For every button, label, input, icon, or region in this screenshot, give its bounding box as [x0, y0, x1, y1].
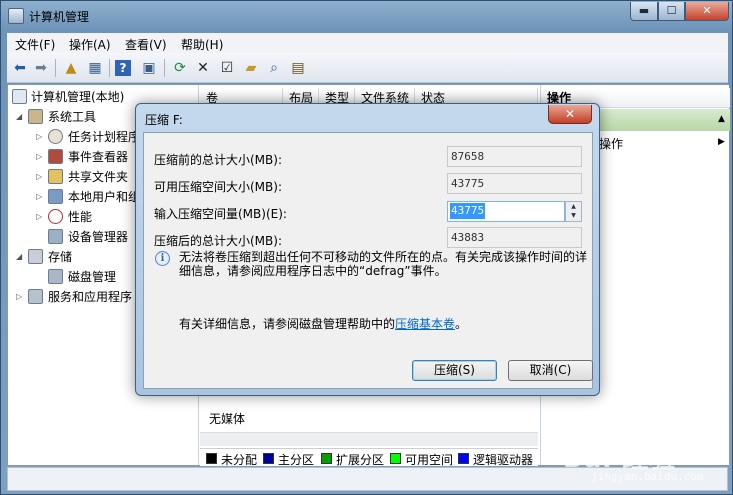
total-size-before-label: 压缩前的总计大小(MB):	[154, 153, 282, 167]
search-icon[interactable]: ⌕	[264, 58, 284, 78]
chevron-right-icon[interactable]: ▶	[718, 137, 725, 147]
expand-triangle-icon[interactable]: ▷	[36, 148, 46, 166]
shared-folder-icon	[48, 169, 63, 184]
chevron-up-icon[interactable]: ▲	[718, 114, 725, 124]
storage-icon	[28, 249, 43, 264]
legend-label: 逻辑驱动器	[473, 453, 534, 467]
expand-triangle-icon[interactable]: ▷	[36, 188, 46, 206]
toolbar: ⬅ ➡ ▲ ▦ ? ▣ ⟳ ✕ ☑ ▰ ⌕ ▤	[7, 53, 728, 83]
tree-label: 设备管理器	[68, 230, 129, 244]
total-size-after-value: 43883	[447, 227, 582, 248]
legend-swatch-extended	[321, 453, 332, 464]
tree-label: 服务和应用程序	[48, 290, 133, 304]
info-icon: i	[155, 251, 170, 266]
properties-pane-icon[interactable]: ▣	[139, 58, 159, 78]
computer-management-icon	[8, 8, 24, 24]
help-prefix: 有关详细信息，请参阅磁盘管理帮助中的	[179, 317, 396, 331]
shrink-amount-input[interactable]: 43775	[447, 201, 565, 222]
legend-label: 主分区	[278, 453, 315, 467]
total-size-before-value: 87658	[447, 146, 582, 167]
toolbar-separator	[164, 59, 165, 77]
tree-label: 系统工具	[48, 110, 97, 124]
shrink-basic-volume-link[interactable]: 压缩基本卷	[395, 317, 455, 331]
services-icon	[28, 289, 43, 304]
shrink-amount-stepper[interactable]: ▲ ▼	[565, 201, 582, 222]
legend-label: 可用空间	[405, 453, 454, 467]
tree-label: 性能	[68, 210, 93, 224]
legend-label: 扩展分区	[336, 453, 385, 467]
tree-label: 共享文件夹	[68, 170, 129, 184]
more-actions-item[interactable]: 操作	[599, 135, 623, 152]
expand-triangle-icon[interactable]: ▷	[36, 128, 46, 146]
title-bar[interactable]: 计算机管理 ▬ ☐ ✕	[1, 1, 732, 31]
computer-icon	[12, 89, 27, 104]
tree-label: 存储	[48, 250, 73, 264]
legend-swatch-free	[390, 453, 401, 464]
help-text: 有关详细信息，请参阅磁盘管理帮助中的压缩基本卷。	[179, 315, 467, 332]
dialog-title: 压缩 F:	[145, 113, 183, 127]
spin-up-icon[interactable]: ▲	[566, 202, 581, 211]
help-icon[interactable]: ?	[115, 60, 131, 76]
shrink-dialog: 压缩 F: ✕ 压缩前的总计大小(MB): 87658 可用压缩空间大小(MB)…	[135, 103, 600, 396]
users-icon	[48, 189, 63, 204]
cancel-button[interactable]: 取消(C)	[508, 360, 593, 381]
open-folder-icon[interactable]: ▰	[241, 58, 261, 78]
dialog-body: 压缩前的总计大小(MB): 87658 可用压缩空间大小(MB): 43775 …	[143, 132, 593, 389]
no-media-label: 无媒体	[209, 412, 246, 426]
total-size-after-label: 压缩后的总计大小(MB):	[154, 234, 282, 248]
watermark-url: jingyan.baidu.com	[591, 470, 704, 483]
menu-action[interactable]: 操作(A)	[69, 36, 111, 53]
minimize-button[interactable]: ▬	[630, 2, 658, 21]
tree-label: 计算机管理(本地)	[31, 90, 125, 104]
expand-triangle-icon[interactable]: ▷	[36, 208, 46, 226]
legend-swatch-unallocated	[206, 453, 217, 464]
available-shrink-label: 可用压缩空间大小(MB):	[154, 180, 282, 194]
help-suffix: 。	[455, 317, 468, 331]
window-title: 计算机管理	[29, 10, 90, 24]
up-folder-icon[interactable]: ▲	[61, 58, 81, 78]
tree-label: 任务计划程序	[68, 130, 141, 144]
baidu-watermark: Bai 经验 jingyan.baidu.com	[563, 438, 723, 486]
horizontal-scrollbar[interactable]	[200, 432, 538, 446]
menu-file[interactable]: 文件(F)	[15, 36, 55, 53]
shrink-warning-text: 无法将卷压缩到超出任何不可移动的文件所在的点。有关完成该操作时间的详细信息，请参…	[179, 250, 588, 278]
close-button[interactable]: ✕	[685, 2, 729, 21]
menu-help[interactable]: 帮助(H)	[181, 36, 223, 53]
clock-icon	[48, 129, 63, 144]
delete-icon[interactable]: ✕	[193, 58, 213, 78]
forward-icon[interactable]: ➡	[31, 58, 51, 78]
refresh-icon[interactable]: ⟳	[170, 58, 190, 78]
legend-label: 未分配	[221, 453, 258, 467]
expand-triangle-icon[interactable]: ▷	[16, 288, 26, 306]
toolbar-separator	[55, 59, 56, 77]
disk-properties-icon[interactable]: ▤	[288, 58, 308, 78]
expand-triangle-icon[interactable]: ▷	[36, 168, 46, 186]
event-viewer-icon	[48, 149, 63, 164]
performance-icon	[48, 209, 63, 224]
collapse-triangle-icon[interactable]: ◢	[16, 248, 26, 266]
device-manager-icon	[48, 229, 63, 244]
available-shrink-value: 43775	[447, 173, 582, 194]
legend-swatch-primary	[263, 453, 274, 464]
shrink-button[interactable]: 压缩(S)	[412, 360, 497, 381]
back-icon[interactable]: ⬅	[10, 58, 30, 78]
tree-label: 事件查看器	[68, 150, 129, 164]
legend-swatch-logical	[458, 453, 469, 464]
menu-view[interactable]: 查看(V)	[125, 36, 167, 53]
toolbar-separator	[109, 59, 110, 77]
maximize-button[interactable]: ☐	[658, 2, 685, 21]
menu-bar: 文件(F) 操作(A) 查看(V) 帮助(H)	[7, 33, 728, 53]
properties-icon[interactable]: ☑	[217, 58, 237, 78]
console-tree-icon[interactable]: ▦	[85, 58, 105, 78]
disk-icon	[48, 269, 63, 284]
shrink-amount-label: 输入压缩空间量(MB)(E):	[154, 207, 287, 221]
collapse-triangle-icon[interactable]: ◢	[16, 108, 26, 126]
tools-icon	[28, 109, 43, 124]
tree-label: 本地用户和组	[68, 190, 141, 204]
tree-label: 磁盘管理	[68, 270, 117, 284]
partition-legend: 未分配 主分区 扩展分区 可用空间 逻辑驱动器	[200, 448, 538, 467]
spin-down-icon[interactable]: ▼	[566, 211, 581, 220]
dialog-close-button[interactable]: ✕	[548, 105, 592, 124]
shrink-amount-value[interactable]: 43775	[450, 203, 486, 219]
